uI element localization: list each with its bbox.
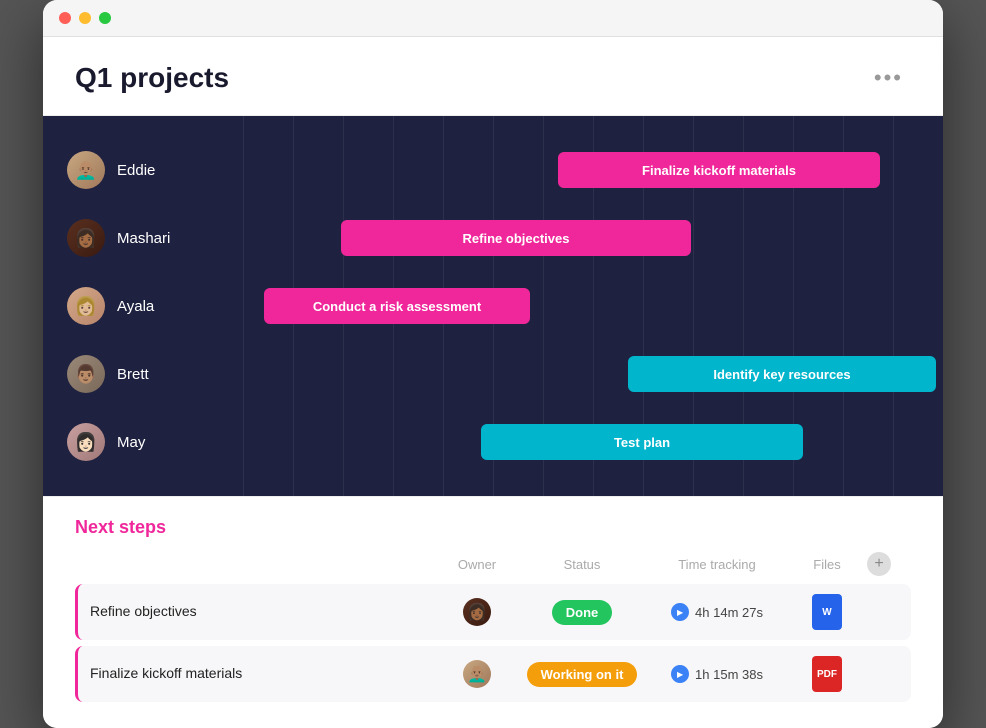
person-info-may: 👩🏻 May — [43, 423, 243, 461]
files-col-finalize: PDF — [787, 656, 867, 692]
person-name-may: May — [117, 434, 145, 451]
app-window: Q1 projects ••• 👨🏽‍🦲 — [43, 0, 943, 728]
gantt-row-brett: 👨🏽 Brett Identify key resources — [43, 340, 943, 408]
avatar-ayala: 👩🏼 — [67, 287, 105, 325]
gantt-bar-area-eddie: Finalize kickoff materials — [243, 136, 943, 204]
status-col-finalize: Working on it — [517, 662, 647, 687]
gantt-row-may: 👩🏻 May Test plan — [43, 408, 943, 476]
person-name-eddie: Eddie — [117, 162, 155, 179]
gantt-bar-eddie[interactable]: Finalize kickoff materials — [558, 152, 880, 188]
gantt-bar-area-ayala: Conduct a risk assessment — [243, 272, 943, 340]
gantt-rows: 👨🏽‍🦲 Eddie Finalize kickoff materials 👩🏾 — [43, 136, 943, 476]
status-badge-done[interactable]: Done — [552, 600, 613, 625]
status-badge-working[interactable]: Working on it — [527, 662, 638, 687]
avatar-brett: 👨🏽 — [67, 355, 105, 393]
time-col-finalize: ▶ 1h 15m 38s — [647, 665, 787, 683]
person-info-ayala: 👩🏼 Ayala — [43, 287, 243, 325]
person-name-ayala: Ayala — [117, 298, 154, 315]
gantt-bar-area-mashari: Refine objectives — [243, 204, 943, 272]
add-column-button[interactable]: + — [867, 552, 891, 576]
gantt-bar-ayala[interactable]: Conduct a risk assessment — [264, 288, 530, 324]
owner-avatar-refine: 👩🏾 — [463, 598, 491, 626]
avatar-may: 👩🏻 — [67, 423, 105, 461]
avatar-eddie: 👨🏽‍🦲 — [67, 151, 105, 189]
next-steps-title: Next steps — [75, 517, 911, 538]
gantt-bar-area-may: Test plan — [243, 408, 943, 476]
gantt-bar-area-brett: Identify key resources — [243, 340, 943, 408]
col-header-status: Status — [517, 557, 647, 572]
gantt-bar-brett[interactable]: Identify key resources — [628, 356, 936, 392]
task-name-refine: Refine objectives — [90, 603, 437, 621]
col-header-owner: Owner — [437, 557, 517, 572]
avatar-mashari: 👩🏾 — [67, 219, 105, 257]
gantt-chart: 👨🏽‍🦲 Eddie Finalize kickoff materials 👩🏾 — [43, 116, 943, 496]
person-info-eddie: 👨🏽‍🦲 Eddie — [43, 151, 243, 189]
close-dot[interactable] — [59, 12, 71, 24]
owner-finalize: 👨🏽‍🦲 — [437, 660, 517, 688]
person-info-brett: 👨🏽 Brett — [43, 355, 243, 393]
table-header: Owner Status Time tracking Files + — [75, 552, 911, 584]
page-header: Q1 projects ••• — [43, 37, 943, 116]
maximize-dot[interactable] — [99, 12, 111, 24]
time-tracking-finalize: ▶ 1h 15m 38s — [647, 665, 787, 683]
play-icon-finalize[interactable]: ▶ — [671, 665, 689, 683]
titlebar — [43, 0, 943, 37]
gantt-row-eddie: 👨🏽‍🦲 Eddie Finalize kickoff materials — [43, 136, 943, 204]
owner-refine: 👩🏾 — [437, 598, 517, 626]
col-header-time: Time tracking — [647, 557, 787, 572]
time-tracking-refine: ▶ 4h 14m 27s — [647, 603, 787, 621]
person-name-mashari: Mashari — [117, 230, 170, 247]
next-steps-header: Next steps — [75, 517, 911, 538]
next-steps-panel: Next steps Owner Status Time tracking Fi… — [43, 496, 943, 728]
owner-avatar-finalize: 👨🏽‍🦲 — [463, 660, 491, 688]
gantt-row-ayala: 👩🏼 Ayala Conduct a risk assessment — [43, 272, 943, 340]
task-name-finalize: Finalize kickoff materials — [90, 665, 437, 683]
gantt-row-mashari: 👩🏾 Mashari Refine objectives — [43, 204, 943, 272]
file-icon-pdf[interactable]: PDF — [812, 656, 842, 692]
col-header-files: Files — [787, 557, 867, 572]
page-title: Q1 projects — [75, 62, 229, 94]
gantt-bar-mashari[interactable]: Refine objectives — [341, 220, 691, 256]
task-row-finalize: Finalize kickoff materials 👨🏽‍🦲 Working … — [75, 646, 911, 702]
col-header-add: + — [867, 552, 899, 576]
minimize-dot[interactable] — [79, 12, 91, 24]
person-info-mashari: 👩🏾 Mashari — [43, 219, 243, 257]
gantt-bar-may[interactable]: Test plan — [481, 424, 803, 460]
play-icon-refine[interactable]: ▶ — [671, 603, 689, 621]
more-options-button[interactable]: ••• — [866, 61, 911, 95]
files-col-refine: W — [787, 594, 867, 630]
task-row-refine-objectives: Refine objectives 👩🏾 Done ▶ 4h 14m 27s W — [75, 584, 911, 640]
status-col-refine: Done — [517, 600, 647, 625]
person-name-brett: Brett — [117, 366, 149, 383]
time-col-refine: ▶ 4h 14m 27s — [647, 603, 787, 621]
file-icon-word[interactable]: W — [812, 594, 842, 630]
